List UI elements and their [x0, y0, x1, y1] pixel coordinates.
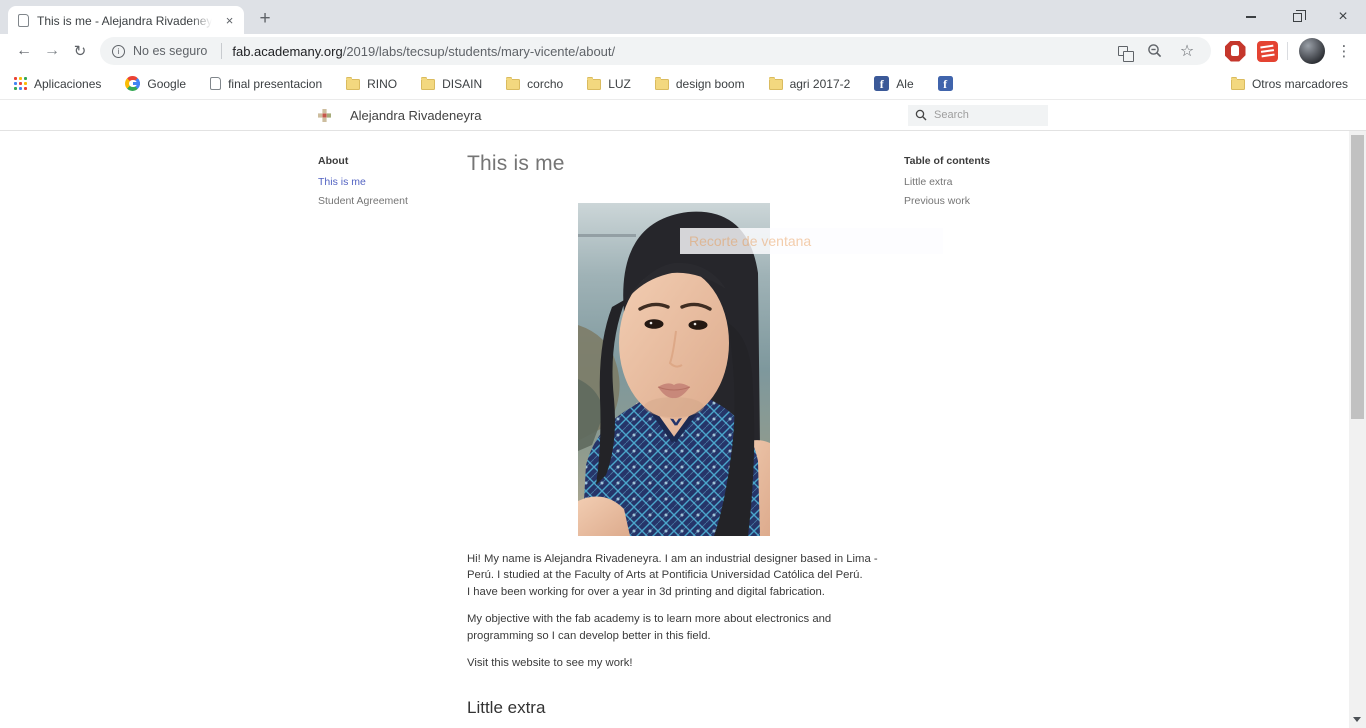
folder-icon: [346, 76, 361, 90]
bio-paragraph-1: Hi! My name is Alejandra Rivadeneyra. I …: [467, 553, 878, 598]
window-controls: ×: [1228, 0, 1366, 34]
folder-icon: [768, 76, 783, 90]
restore-icon: [1292, 10, 1306, 22]
search-input[interactable]: [934, 109, 1041, 121]
folder-icon: [421, 76, 436, 90]
toc-item-previous-work[interactable]: Previous work: [904, 195, 1048, 207]
url-text: fab.academany.org/2019/labs/tecsup/stude…: [232, 44, 615, 59]
scrollbar-thumb[interactable]: [1351, 135, 1364, 419]
facebook-icon: f: [874, 76, 890, 91]
toc-heading: Table of contents: [904, 155, 991, 167]
omnibox-divider: [221, 43, 223, 59]
adblock-extension-icon[interactable]: [1221, 37, 1249, 65]
google-g-icon: [125, 76, 141, 91]
page-body: Recorte de ventana About This is me Stud…: [0, 131, 1366, 728]
page-icon: [210, 77, 222, 90]
browser-tab[interactable]: This is me - Alejandra Rivadeneyra ×: [8, 6, 244, 34]
todoist-extension-icon[interactable]: [1253, 37, 1281, 65]
browser-toolbar: ← → ↻ i No es seguro fab.academany.org/2…: [0, 34, 1366, 68]
fab-academy-logo-icon[interactable]: [318, 108, 331, 122]
new-tab-button[interactable]: +: [250, 6, 280, 32]
screen-clip-overlay: Recorte de ventana: [680, 228, 943, 254]
folder-icon: [1230, 76, 1245, 90]
search-box[interactable]: [908, 104, 1048, 126]
folder-icon: [654, 76, 669, 90]
toolbar-divider: [1287, 42, 1288, 60]
other-bookmarks[interactable]: Otros marcadores: [1230, 76, 1348, 91]
left-nav-heading: About: [318, 155, 349, 167]
bio-paragraph-2: My objective with the fab academy is to …: [467, 613, 832, 642]
bookmark-folder-agri-2017-2[interactable]: agri 2017-2: [768, 76, 850, 91]
folder-icon: [506, 76, 521, 90]
tab-title-wrap: This is me - Alejandra Rivadeneyra: [37, 12, 217, 28]
bookmark-final-presentacion[interactable]: final presentacion: [210, 77, 322, 91]
apps-grid-icon: [14, 77, 27, 90]
tab-title-fade-overlay: [191, 12, 217, 28]
close-icon: ×: [1338, 8, 1348, 25]
bio-paragraph-3: Visit this website to see my work!: [467, 656, 633, 669]
main-content: This is me Hi! My name is Alejandra Riva…: [467, 131, 904, 728]
address-bar[interactable]: i No es seguro fab.academany.org/2019/la…: [100, 37, 1211, 65]
toc-item-little-extra[interactable]: Little extra: [904, 176, 1048, 188]
reload-icon[interactable]: ↻: [66, 37, 94, 65]
url-host: fab.academany.org: [232, 43, 343, 59]
bookmark-ale[interactable]: f Ale: [874, 76, 914, 91]
page-title: This is me: [467, 152, 565, 175]
profile-avatar[interactable]: [1298, 37, 1326, 65]
bookmark-folder-luz[interactable]: LUZ: [587, 76, 631, 91]
bookmark-folder-corcho[interactable]: corcho: [506, 76, 563, 91]
translate-icon[interactable]: [1111, 39, 1135, 63]
security-label: No es seguro: [133, 44, 208, 58]
zoom-out-icon[interactable]: [1143, 39, 1167, 63]
window-restore-button[interactable]: [1274, 0, 1320, 34]
left-nav: About This is me Student Agreement: [318, 131, 467, 728]
browser-titlebar: This is me - Alejandra Rivadeneyra × + ×: [0, 0, 1366, 34]
url-path: /2019/labs/tecsup/students/mary-vicente/…: [342, 43, 616, 59]
section-heading-little-extra: Little extra: [467, 698, 546, 718]
window-minimize-button[interactable]: [1228, 0, 1274, 34]
bookmark-folder-design-boom[interactable]: design boom: [654, 76, 745, 91]
nav-item-this-is-me[interactable]: This is me: [318, 176, 467, 188]
table-of-contents: Table of contents Little extra Previous …: [904, 131, 1048, 728]
page-info-icon[interactable]: i: [112, 44, 125, 58]
bookmark-folder-rino[interactable]: RINO: [346, 76, 397, 91]
tab-title: This is me - Alejandra Rivadeneyra: [37, 14, 217, 28]
site-title[interactable]: Alejandra Rivadeneyra: [350, 108, 482, 123]
tab-close-icon[interactable]: ×: [221, 12, 238, 29]
bookmark-star-icon[interactable]: ☆: [1175, 39, 1199, 63]
bookmark-facebook[interactable]: f: [937, 76, 953, 91]
minimize-icon: [1246, 16, 1256, 18]
page-scrollbar[interactable]: [1349, 131, 1366, 728]
facebook-icon: f: [937, 76, 953, 91]
bookmark-folder-disain[interactable]: DISAIN: [421, 76, 482, 91]
bookmarks-bar: Aplicaciones Google final presentacion R…: [0, 68, 1366, 100]
window-close-button[interactable]: ×: [1320, 0, 1366, 34]
search-icon: [915, 109, 927, 121]
nav-item-student-agreement[interactable]: Student Agreement: [318, 195, 467, 207]
bookmark-google[interactable]: Google: [125, 76, 186, 91]
folder-icon: [587, 76, 602, 90]
bookmark-aplicaciones[interactable]: Aplicaciones: [14, 77, 101, 91]
back-icon[interactable]: ←: [10, 37, 38, 65]
scroll-down-arrow-icon[interactable]: [1353, 717, 1361, 722]
site-header: Alejandra Rivadeneyra: [0, 100, 1366, 131]
forward-icon[interactable]: →: [38, 37, 66, 65]
tab-favicon-page-icon: [18, 13, 29, 27]
browser-menu-icon[interactable]: ⋮: [1330, 37, 1358, 65]
